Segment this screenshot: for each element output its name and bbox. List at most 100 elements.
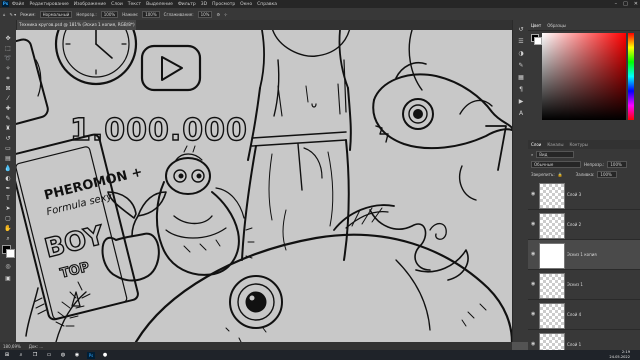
type-tool-icon[interactable]: T xyxy=(3,194,13,203)
layer-name: Слой 2 xyxy=(567,222,582,227)
brush-tool-icon[interactable]: ✎ xyxy=(3,114,13,123)
photoshop-logo-icon: Ps xyxy=(2,1,9,7)
glyphs-panel-icon[interactable]: A xyxy=(517,110,525,118)
visibility-eye-icon[interactable]: ◉ xyxy=(531,251,535,257)
eyedropper-tool-icon[interactable]: ⁄ xyxy=(3,94,13,103)
marquee-tool-icon[interactable]: ⬚ xyxy=(3,44,13,53)
screen-mode-icon[interactable]: ▣ xyxy=(3,274,13,283)
browser-icon[interactable]: ◍ xyxy=(59,352,67,359)
close-icon[interactable]: ✕ xyxy=(634,1,638,7)
menu-layers[interactable]: Слои xyxy=(111,2,123,7)
shape-tool-icon[interactable]: ▢ xyxy=(3,214,13,223)
layer-row[interactable]: ◉ Слой 2 xyxy=(528,210,640,240)
visibility-eye-icon[interactable]: ◉ xyxy=(531,221,535,227)
background-color-swatch[interactable] xyxy=(6,249,15,258)
tab-color[interactable]: Цвет xyxy=(531,23,541,28)
menu-file[interactable]: Файл xyxy=(12,2,24,7)
tab-channels[interactable]: Каналы xyxy=(547,142,563,147)
panel-background-swatch[interactable] xyxy=(534,37,542,45)
system-tray-clock[interactable]: 2:19 24.05.2022 xyxy=(609,350,630,360)
menu-window[interactable]: Окно xyxy=(240,2,252,7)
move-tool-icon[interactable]: ✥ xyxy=(3,34,13,43)
visibility-eye-icon[interactable]: ◉ xyxy=(531,311,535,317)
menu-bar: Ps Файл Редактирование Изображение Слои … xyxy=(0,0,640,8)
color-picker-field[interactable] xyxy=(542,33,626,120)
brush-preset-icon[interactable]: ✎ ▾ xyxy=(10,12,17,17)
menu-type[interactable]: Текст xyxy=(128,2,141,7)
menu-view[interactable]: Просмотр xyxy=(212,2,235,7)
opacity-input[interactable]: 100% xyxy=(100,10,119,18)
blend-mode-dropdown[interactable]: Обычные xyxy=(531,161,581,168)
eraser-tool-icon[interactable]: ▭ xyxy=(3,144,13,153)
chrome-icon[interactable]: ◉ xyxy=(73,352,81,359)
layer-row-active[interactable]: ◉ Эскиз 1 копия xyxy=(528,240,640,270)
file-explorer-icon[interactable]: ▭ xyxy=(45,352,53,359)
properties-panel-icon[interactable]: ☰ xyxy=(517,38,525,46)
hand-tool-icon[interactable]: ✋ xyxy=(3,224,13,233)
home-icon[interactable]: ⌂ xyxy=(3,12,6,17)
layer-thumbnail xyxy=(539,303,565,329)
menu-select[interactable]: Выделение xyxy=(146,2,173,7)
frame-tool-icon[interactable]: ⊠ xyxy=(3,84,13,93)
clone-stamp-tool-icon[interactable]: ♜ xyxy=(3,124,13,133)
libraries-panel-icon[interactable]: ▦ xyxy=(517,74,525,82)
smoothing-input[interactable]: 10% xyxy=(197,10,213,18)
layer-opacity-input[interactable]: 100% xyxy=(607,161,628,168)
layer-kind-dropdown[interactable]: Вид xyxy=(536,151,575,158)
paragraph-panel-icon[interactable]: ¶ xyxy=(517,86,525,94)
layer-row[interactable]: ◉ Эскиз 1 xyxy=(528,270,640,300)
history-brush-tool-icon[interactable]: ↺ xyxy=(3,134,13,143)
quick-mask-icon[interactable]: ◎ xyxy=(3,262,13,271)
visibility-eye-icon[interactable]: ◉ xyxy=(531,281,535,287)
path-select-tool-icon[interactable]: ➤ xyxy=(3,204,13,213)
layer-filter-row: ⌕ Вид xyxy=(528,150,640,159)
task-view-icon[interactable]: ❐ xyxy=(31,352,39,359)
top-fish-drawing xyxy=(372,62,512,150)
pressure-input[interactable]: 100% xyxy=(142,10,160,18)
menu-filter[interactable]: Фильтр xyxy=(178,2,196,7)
mode-dropdown[interactable]: Нормальный xyxy=(39,10,73,18)
visibility-eye-icon[interactable]: ◉ xyxy=(531,341,535,347)
photoshop-taskbar-icon[interactable]: Ps xyxy=(87,351,95,359)
quick-select-tool-icon[interactable]: ✧ xyxy=(3,64,13,73)
clock-drawing xyxy=(54,30,138,86)
settings-gear-icon[interactable]: ⚙ xyxy=(216,12,220,17)
layer-row[interactable]: ◉ Слой 4 xyxy=(528,300,640,330)
layer-row[interactable]: ◉ Слой 3 xyxy=(528,180,640,210)
hue-slider[interactable] xyxy=(628,33,634,120)
symmetry-icon[interactable]: ⊹ xyxy=(224,12,227,17)
document-tab[interactable]: Техника кругов.psd @ 181% (Эскиз 1 копия… xyxy=(16,20,136,30)
menu-image[interactable]: Изображение xyxy=(74,2,106,7)
app-icon[interactable]: ● xyxy=(101,352,109,359)
color-swatches[interactable] xyxy=(2,245,15,258)
lock-icon[interactable]: 🔒 xyxy=(558,172,563,177)
crop-tool-icon[interactable]: ⌗ xyxy=(3,74,13,83)
windows-start-icon[interactable]: ⊞ xyxy=(3,352,11,359)
visibility-eye-icon[interactable]: ◉ xyxy=(531,191,535,197)
maximize-icon[interactable]: □ xyxy=(623,1,628,7)
gradient-tool-icon[interactable]: ▤ xyxy=(3,154,13,163)
brushes-panel-icon[interactable]: ✎ xyxy=(517,62,525,70)
minimize-icon[interactable]: – xyxy=(615,1,618,7)
pen-tool-icon[interactable]: ✒ xyxy=(3,184,13,193)
dodge-tool-icon[interactable]: ◐ xyxy=(3,174,13,183)
fill-input[interactable]: 100% xyxy=(597,171,618,178)
tab-layers[interactable]: Слои xyxy=(531,142,541,147)
tab-swatches[interactable]: Образцы xyxy=(547,23,566,28)
menu-edit[interactable]: Редактирование xyxy=(29,2,68,7)
blur-tool-icon[interactable]: 💧 xyxy=(3,164,13,173)
smoothing-label: Сглаживание: xyxy=(163,11,194,17)
healing-brush-tool-icon[interactable]: ✚ xyxy=(3,104,13,113)
menu-help[interactable]: Справка xyxy=(257,2,277,7)
actions-panel-icon[interactable]: ▶ xyxy=(517,98,525,106)
zoom-level[interactable]: 180,69% xyxy=(3,344,21,349)
tab-paths[interactable]: Контуры xyxy=(569,142,587,147)
search-icon[interactable]: ⌕ xyxy=(17,352,25,359)
lasso-tool-icon[interactable]: ➰ xyxy=(3,54,13,63)
menu-3d[interactable]: 3D xyxy=(201,2,207,7)
layer-name: Слой 4 xyxy=(567,312,582,317)
history-panel-icon[interactable]: ↺ xyxy=(517,26,525,34)
adjustments-panel-icon[interactable]: ◑ xyxy=(517,50,525,58)
document-canvas[interactable]: 1.000.000 PHEROMON + Formula sexy BOY TO… xyxy=(16,30,512,342)
zoom-tool-icon[interactable]: ⌕ xyxy=(3,234,13,243)
